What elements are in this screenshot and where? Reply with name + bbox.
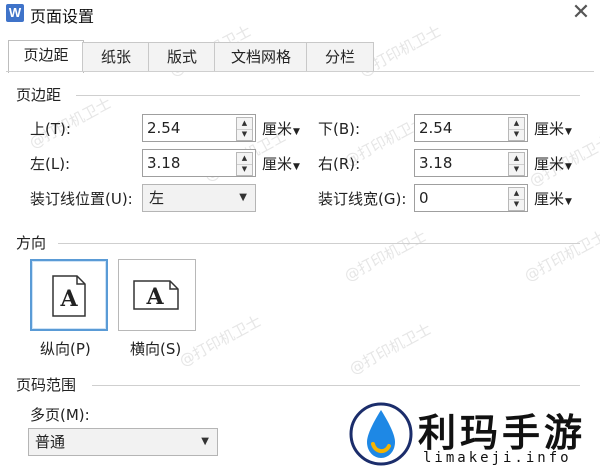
tab-paper[interactable]: 纸张 <box>82 42 150 72</box>
bottom-margin-value[interactable]: 2.54 <box>419 115 452 141</box>
portrait-label[interactable]: 纵向(P) <box>40 338 91 359</box>
unit-label: 厘米 <box>534 190 565 208</box>
right-margin-value[interactable]: 3.18 <box>419 150 452 176</box>
top-margin-value[interactable]: 2.54 <box>147 115 180 141</box>
multiple-pages-select[interactable]: 普通 ▼ <box>28 428 218 456</box>
dropdown-arrow-icon: ▼ <box>201 436 209 447</box>
brand-logo: 利玛手游 limakeji.info <box>343 398 593 468</box>
section-title-page-range: 页码范围 <box>16 376 77 394</box>
landscape-glyph: A <box>145 284 164 310</box>
brand-name: 利玛手游 <box>418 411 587 455</box>
tab-columns[interactable]: 分栏 <box>306 42 374 72</box>
top-margin-spinner[interactable]: 2.54 ▲ ▼ <box>142 114 256 142</box>
unit-label: 厘米 <box>534 120 565 138</box>
gutter-width-label: 装订线宽(G): <box>318 190 407 208</box>
top-margin-label: 上(T): <box>30 120 71 138</box>
caret-down-icon: ▼ <box>293 162 300 172</box>
tab-layout[interactable]: 版式 <box>148 42 216 72</box>
caret-down-icon: ▼ <box>565 162 572 172</box>
spin-down-icon[interactable]: ▼ <box>509 129 524 140</box>
landscape-page-icon: A <box>133 280 179 310</box>
portrait-option[interactable]: A <box>30 259 108 331</box>
watermark: @打印机卫士 <box>346 319 435 379</box>
divider <box>76 95 580 96</box>
bottom-margin-unit[interactable]: 厘米▼ <box>534 118 572 139</box>
tab-document-grid[interactable]: 文档网格 <box>214 42 308 72</box>
caret-down-icon: ▼ <box>565 127 572 137</box>
multiple-pages-label: 多页(M): <box>30 406 90 424</box>
portrait-page-icon: A <box>52 275 86 317</box>
section-title-orientation: 方向 <box>16 234 47 252</box>
spin-down-icon[interactable]: ▼ <box>509 164 524 175</box>
close-icon[interactable]: ✕ <box>568 0 594 26</box>
watermark: @打印机卫士 <box>341 226 430 286</box>
unit-label: 厘米 <box>262 155 293 173</box>
caret-down-icon: ▼ <box>293 127 300 137</box>
dropdown-arrow-icon: ▼ <box>239 192 247 203</box>
right-margin-label: 右(R): <box>318 155 361 173</box>
left-margin-spinner[interactable]: 3.18 ▲ ▼ <box>142 149 256 177</box>
brand-logo-icon <box>349 402 413 466</box>
left-margin-label: 左(L): <box>30 155 71 173</box>
bottom-margin-label: 下(B): <box>318 120 361 138</box>
tab-divider <box>6 71 594 72</box>
gutter-width-spinner[interactable]: 0 ▲ ▼ <box>414 184 528 212</box>
title-bar: W 页面设置 ✕ <box>0 0 600 32</box>
divider <box>58 243 580 244</box>
spin-down-icon[interactable]: ▼ <box>509 199 524 210</box>
gutter-position-select[interactable]: 左 ▼ <box>142 184 256 212</box>
top-margin-unit[interactable]: 厘米▼ <box>262 118 300 139</box>
landscape-label[interactable]: 横向(S) <box>130 338 181 359</box>
right-margin-spinner[interactable]: 3.18 ▲ ▼ <box>414 149 528 177</box>
section-title-margins: 页边距 <box>16 86 62 104</box>
bottom-margin-spinner[interactable]: 2.54 ▲ ▼ <box>414 114 528 142</box>
unit-label: 厘米 <box>262 120 293 138</box>
unit-label: 厘米 <box>534 155 565 173</box>
spin-down-icon[interactable]: ▼ <box>237 164 252 175</box>
wps-writer-icon: W <box>6 4 24 22</box>
right-margin-unit[interactable]: 厘米▼ <box>534 153 572 174</box>
left-margin-value[interactable]: 3.18 <box>147 150 180 176</box>
landscape-option[interactable]: A <box>118 259 196 331</box>
gutter-width-unit[interactable]: 厘米▼ <box>534 188 572 209</box>
gutter-position-label: 装订线位置(U): <box>30 190 133 208</box>
gutter-position-value: 左 <box>149 189 165 207</box>
multiple-pages-value: 普通 <box>35 433 66 451</box>
dialog-title: 页面设置 <box>30 7 95 26</box>
brand-url: limakeji.info <box>423 450 572 466</box>
left-margin-unit[interactable]: 厘米▼ <box>262 153 300 174</box>
gutter-width-value[interactable]: 0 <box>419 185 429 211</box>
spin-down-icon[interactable]: ▼ <box>237 129 252 140</box>
portrait-glyph: A <box>59 286 78 312</box>
caret-down-icon: ▼ <box>565 197 572 207</box>
tab-margins[interactable]: 页边距 <box>8 40 84 73</box>
watermark: @打印机卫士 <box>521 226 600 286</box>
divider <box>92 385 580 386</box>
